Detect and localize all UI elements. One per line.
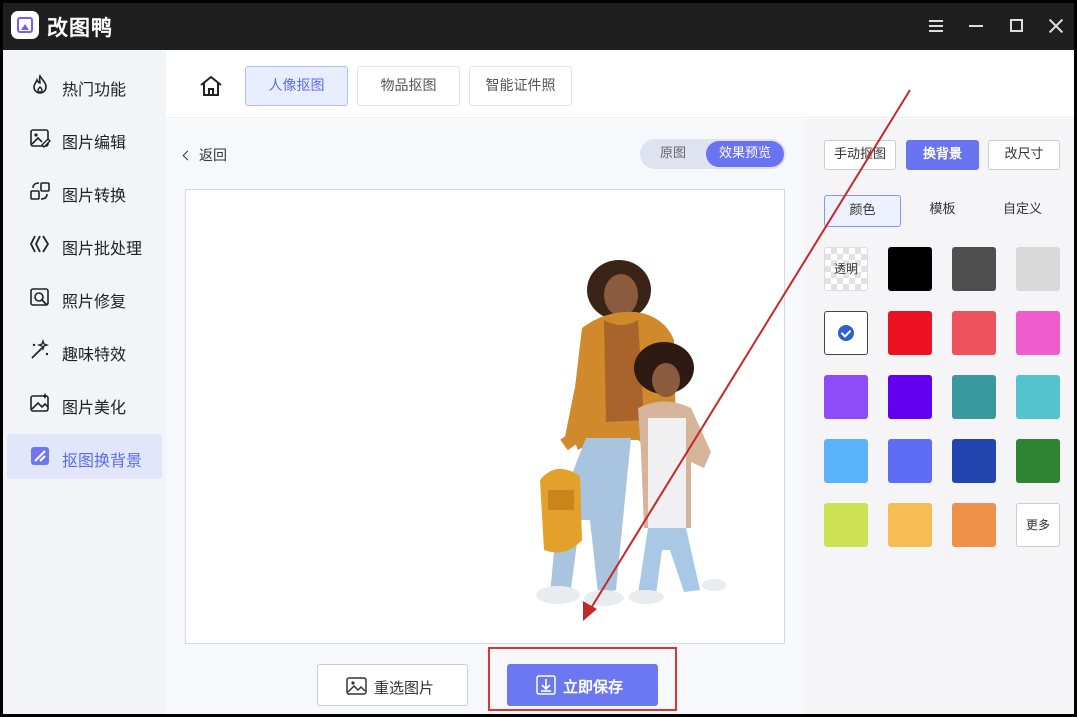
swatch-color[interactable] — [888, 439, 932, 483]
save-now-button[interactable]: 立即保存 — [507, 664, 658, 706]
swatch-color[interactable] — [1016, 311, 1060, 355]
check-icon — [838, 325, 854, 341]
image-edit-icon — [29, 127, 51, 149]
home-icon[interactable] — [198, 74, 224, 98]
tab-custom[interactable]: 自定义 — [984, 195, 1061, 227]
magic-wand-icon — [29, 338, 51, 361]
sidebar-item-label: 图片美化 — [62, 398, 127, 417]
title-bar: 改图鸭 — [3, 3, 1074, 50]
reselect-image-button[interactable]: 重选图片 — [317, 664, 468, 706]
sidebar-item-label: 趣味特效 — [62, 345, 127, 364]
app-window: 改图鸭 热门功能 图片编辑 图片转换 图片批处理 照片修复 趣味特效 图片美化 … — [3, 3, 1074, 714]
flame-icon — [29, 73, 51, 96]
close-icon[interactable] — [1045, 15, 1067, 37]
sidebar-item-fun-effects[interactable]: 趣味特效 — [7, 328, 162, 373]
swatch-color[interactable] — [1016, 247, 1060, 291]
swatch-transparent[interactable]: 透明 — [824, 247, 868, 291]
sidebar-item-batch[interactable]: 图片批处理 — [7, 222, 162, 267]
sidebar-item-beautify[interactable]: 图片美化 — [7, 381, 162, 426]
workspace: 返回 原图 效果预览 重选图片 立即保存 — [166, 119, 804, 714]
toggle-preview[interactable]: 效果预览 — [706, 141, 784, 167]
convert-icon — [29, 180, 51, 202]
swatch-color[interactable] — [1016, 375, 1060, 419]
photo-repair-icon — [29, 286, 51, 308]
sidebar-item-hot[interactable]: 热门功能 — [7, 63, 162, 108]
cutout-icon — [29, 445, 51, 467]
more-colors-button[interactable]: 更多 — [1016, 503, 1060, 547]
app-title: 改图鸭 — [47, 16, 113, 40]
tab-id-photo[interactable]: 智能证件照 — [469, 66, 572, 106]
view-toggle: 原图 效果预览 — [640, 139, 786, 169]
tab-portrait-cutout[interactable]: 人像抠图 — [245, 66, 348, 106]
minimize-icon[interactable] — [965, 15, 987, 37]
manual-cutout-button[interactable]: 手动抠图 — [824, 140, 896, 170]
sidebar-item-cutout[interactable]: 抠图换背景 — [7, 434, 162, 479]
sidebar-item-photo-repair[interactable]: 照片修复 — [7, 275, 162, 320]
sidebar: 热门功能 图片编辑 图片转换 图片批处理 照片修复 趣味特效 图片美化 抠图换背… — [3, 50, 166, 714]
change-background-button[interactable]: 换背景 — [906, 140, 979, 170]
sidebar-item-label: 热门功能 — [62, 80, 127, 99]
tab-color[interactable]: 颜色 — [824, 195, 901, 227]
reselect-label: 重选图片 — [374, 679, 435, 697]
chevron-left-icon — [182, 150, 193, 161]
tab-object-cutout[interactable]: 物品抠图 — [357, 66, 460, 106]
sidebar-item-label: 图片转换 — [62, 186, 127, 205]
app-logo-icon — [11, 11, 39, 39]
batch-icon — [29, 233, 51, 255]
menu-icon[interactable] — [925, 15, 947, 37]
sidebar-item-label: 图片编辑 — [62, 133, 127, 152]
image-canvas — [185, 189, 785, 644]
swatch-color[interactable] — [888, 311, 932, 355]
swatch-color[interactable] — [888, 247, 932, 291]
swatch-color[interactable] — [824, 503, 868, 547]
maximize-icon[interactable] — [1005, 15, 1027, 37]
feature-tab-bar: 人像抠图 物品抠图 智能证件照 — [166, 50, 1074, 118]
background-panel: 手动抠图 换背景 改尺寸 颜色 模板 自定义 透明 更多 — [804, 119, 1074, 714]
swatch-color[interactable] — [952, 247, 996, 291]
swatch-color[interactable] — [824, 439, 868, 483]
cutout-photo — [536, 260, 726, 606]
sidebar-item-label: 抠图换背景 — [62, 451, 143, 470]
swatch-color[interactable] — [888, 503, 932, 547]
sidebar-item-convert[interactable]: 图片转换 — [7, 169, 162, 214]
sidebar-item-label: 照片修复 — [62, 292, 127, 311]
swatch-color[interactable] — [952, 375, 996, 419]
swatch-color[interactable] — [1016, 439, 1060, 483]
sidebar-item-image-edit[interactable]: 图片编辑 — [7, 116, 162, 161]
back-button[interactable]: 返回 — [182, 145, 227, 165]
download-icon — [535, 674, 557, 696]
save-label: 立即保存 — [563, 678, 624, 696]
swatch-color[interactable] — [952, 503, 996, 547]
swatch-color[interactable] — [824, 375, 868, 419]
swatch-color[interactable] — [952, 439, 996, 483]
image-beautify-icon — [29, 392, 51, 414]
swatch-color-selected[interactable] — [824, 311, 868, 355]
toggle-original[interactable]: 原图 — [644, 141, 702, 167]
tab-template[interactable]: 模板 — [904, 195, 981, 227]
swatch-color[interactable] — [952, 311, 996, 355]
back-label: 返回 — [199, 148, 227, 164]
swatch-color[interactable] — [888, 375, 932, 419]
sidebar-item-label: 图片批处理 — [62, 239, 143, 258]
image-icon — [346, 675, 368, 697]
resize-button[interactable]: 改尺寸 — [988, 140, 1060, 170]
